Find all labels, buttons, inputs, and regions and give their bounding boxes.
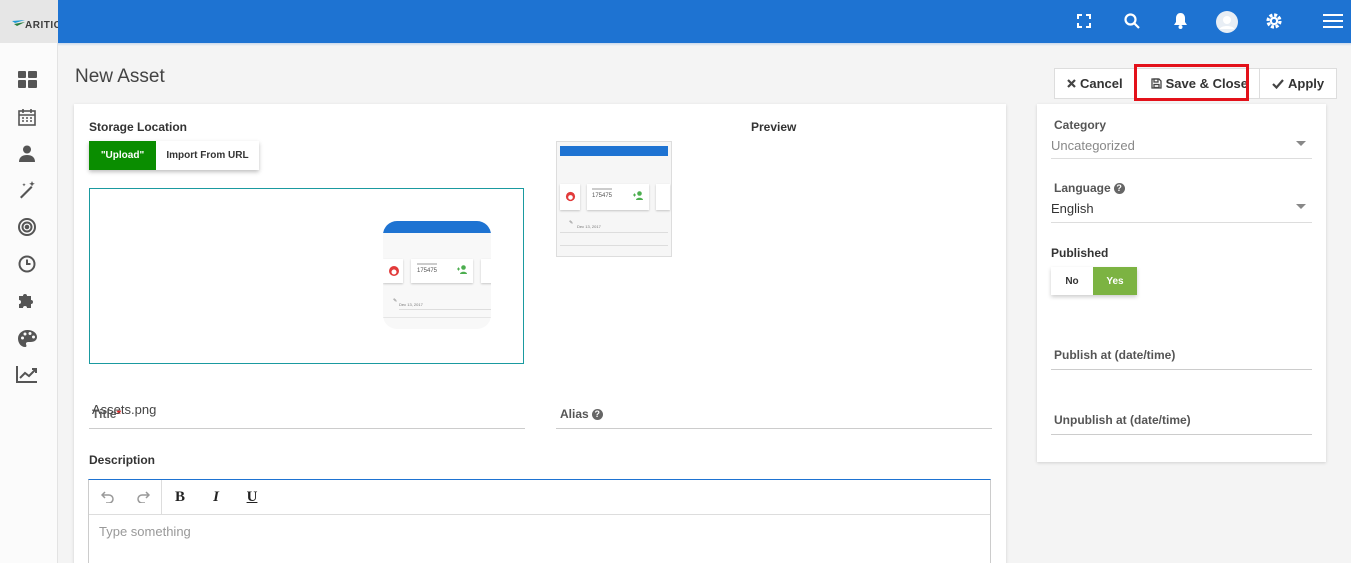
asset-settings-card: Category Uncategorized Language? English…: [1037, 104, 1326, 462]
question-circle-icon[interactable]: ?: [591, 409, 603, 420]
published-no-option[interactable]: No: [1051, 267, 1093, 295]
preview-number: 175475: [592, 193, 613, 199]
preview-tile: 175475: [587, 184, 649, 210]
asset-form-card: Storage Location "Upload" Import From UR…: [74, 104, 1006, 563]
logo-mark-icon: [12, 20, 25, 26]
language-select[interactable]: English: [1051, 201, 1094, 216]
thumbnail-tile: 175475: [411, 259, 473, 283]
description-editor: B I U Type something: [88, 479, 991, 563]
editor-toolbar: B I U: [89, 479, 990, 515]
alias-label: Alias?: [560, 407, 603, 421]
search-icon[interactable]: [1122, 11, 1142, 31]
publish-at-label: Publish at (date/time): [1054, 348, 1176, 362]
chart-line-icon[interactable]: [16, 363, 38, 385]
thumbnail-number: 175475: [417, 268, 438, 274]
navbar-shadow: [58, 43, 1351, 46]
preview-label: Preview: [751, 120, 797, 134]
bell-icon[interactable]: [1170, 11, 1190, 31]
storage-location-label: Storage Location: [89, 120, 188, 134]
preview-tile: [656, 184, 670, 210]
editor-content[interactable]: Type something: [89, 515, 990, 548]
category-label: Category: [1054, 118, 1107, 132]
category-underline: [1051, 158, 1312, 159]
preview-header-bar: [560, 146, 668, 156]
redo-button[interactable]: [125, 480, 161, 515]
puzzle-icon[interactable]: [16, 289, 38, 311]
underline-button[interactable]: U: [234, 480, 270, 515]
language-label-text: Language: [1054, 181, 1111, 195]
close-icon: [1067, 79, 1076, 88]
thumbnail-date: Dec 13, 2017: [399, 302, 423, 307]
clock-icon[interactable]: [16, 253, 38, 275]
publish-at-input[interactable]: [1051, 369, 1312, 370]
published-toggle: No Yes: [1051, 267, 1137, 295]
hamburger-menu-icon[interactable]: [1323, 11, 1343, 31]
undo-button[interactable]: [89, 480, 125, 515]
thumbnail-tile: [383, 259, 403, 283]
preview-text-line: [592, 188, 612, 190]
user-plus-icon: [457, 265, 467, 274]
language-caret-icon[interactable]: [1296, 204, 1306, 209]
gear-icon[interactable]: [1264, 11, 1284, 31]
bug-icon: [389, 266, 399, 276]
file-dropzone[interactable]: 175475 ✎ Dec 13, 2017: [89, 188, 524, 364]
dashboard-icon[interactable]: [16, 68, 38, 90]
palette-icon[interactable]: [16, 327, 38, 349]
brand-logo[interactable]: ARITIC: [0, 0, 58, 43]
user-plus-icon: [633, 191, 643, 200]
apply-button-label: Apply: [1288, 76, 1325, 91]
undo-icon: [100, 491, 114, 503]
top-navbar: [0, 0, 1351, 46]
alias-input[interactable]: [556, 428, 992, 429]
bug-icon: [565, 191, 576, 202]
alias-label-text: Alias: [560, 407, 589, 421]
published-label: Published: [1051, 246, 1109, 260]
target-icon[interactable]: [16, 216, 38, 238]
storage-location-toggle: "Upload" Import From URL: [89, 141, 259, 170]
calendar-icon[interactable]: [16, 106, 38, 128]
question-circle-icon[interactable]: ?: [1113, 183, 1125, 194]
apply-button[interactable]: Apply: [1260, 69, 1337, 98]
preview-thumbnail: 175475 ✎ Dec 13, 2017: [556, 141, 672, 257]
bold-button[interactable]: B: [162, 480, 198, 515]
magic-wand-icon[interactable]: [16, 179, 38, 201]
thumbnail-header-bar: [383, 221, 491, 233]
user-avatar-icon[interactable]: [1216, 11, 1238, 33]
cancel-button[interactable]: Cancel: [1055, 69, 1136, 98]
thumbnail-text-line: [417, 263, 437, 265]
unpublish-at-label: Unpublish at (date/time): [1054, 413, 1191, 427]
published-yes-option[interactable]: Yes: [1093, 267, 1137, 295]
category-caret-icon[interactable]: [1296, 141, 1306, 146]
thumbnail-tile: [481, 259, 491, 283]
preview-divider: [560, 245, 668, 246]
redo-icon: [136, 491, 150, 503]
dropzone-thumbnail: 175475 ✎ Dec 13, 2017: [383, 221, 491, 329]
unpublish-at-input[interactable]: [1051, 434, 1312, 435]
language-label: Language?: [1054, 181, 1125, 195]
brand-name: ARITIC: [25, 20, 58, 31]
cancel-button-label: Cancel: [1080, 76, 1123, 91]
contacts-icon[interactable]: [16, 142, 38, 164]
preview-pin-icon: ✎: [569, 220, 574, 226]
category-select[interactable]: Uncategorized: [1051, 138, 1135, 153]
thumbnail-divider: [399, 309, 491, 310]
preview-tile: [560, 184, 580, 210]
thumbnail-divider: [383, 317, 491, 318]
italic-button[interactable]: I: [198, 480, 234, 515]
title-input-underline: [89, 428, 525, 429]
upload-option[interactable]: "Upload": [89, 141, 156, 170]
description-label: Description: [89, 453, 156, 467]
save-close-highlight: [1134, 64, 1249, 101]
language-underline: [1051, 222, 1312, 223]
title-input[interactable]: Assets.png: [92, 402, 156, 417]
preview-date: Dec 13, 2017: [577, 224, 601, 229]
thumbnail-pin-icon: ✎: [393, 298, 398, 304]
preview-divider: [560, 232, 668, 233]
import-url-option[interactable]: Import From URL: [156, 141, 259, 170]
fullscreen-icon[interactable]: [1074, 11, 1094, 31]
checkmark-icon: [1272, 78, 1284, 89]
page-title: New Asset: [75, 66, 165, 87]
